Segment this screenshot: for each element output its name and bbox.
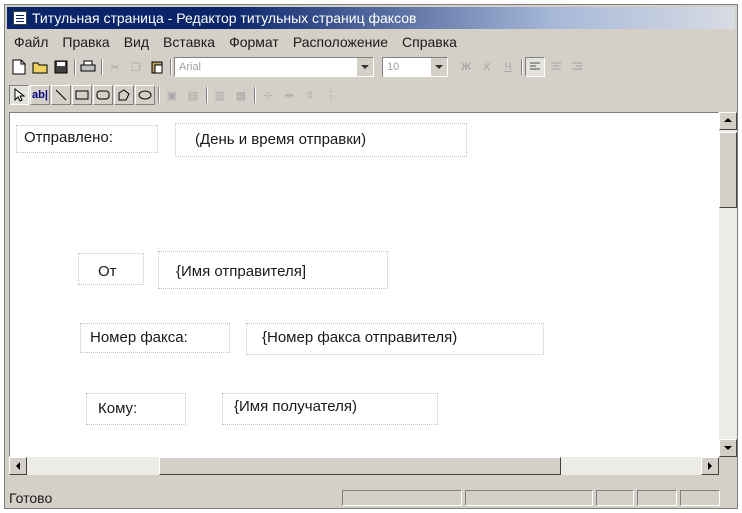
center-page-icon[interactable]: ⊹ (258, 85, 278, 105)
print-icon[interactable] (78, 57, 98, 77)
app-icon[interactable] (13, 11, 27, 25)
sender-name-field[interactable]: {Имя отправителя] (176, 263, 306, 280)
scroll-left-arrow-icon[interactable] (9, 457, 27, 475)
vertical-scrollbar[interactable] (719, 112, 737, 457)
font-size-dropdown-arrow-icon[interactable] (430, 58, 447, 76)
cut-icon[interactable]: ✂ (105, 57, 125, 77)
bold-icon[interactable]: Ж (456, 57, 476, 77)
menu-insert[interactable]: Вставка (156, 34, 222, 50)
align-right-icon[interactable] (567, 57, 587, 77)
horizontal-scrollbar[interactable] (9, 457, 719, 475)
align-left-icon[interactable] (525, 57, 545, 77)
menu-layout[interactable]: Расположение (286, 34, 395, 50)
send-to-back-icon[interactable]: ▤ (183, 85, 203, 105)
scroll-right-arrow-icon[interactable] (701, 457, 719, 475)
menu-edit[interactable]: Правка (55, 34, 116, 50)
fax-cover-editor-window: Титульная страница - Редактор титульных … (4, 4, 738, 509)
font-name-dropdown-arrow-icon[interactable] (356, 58, 373, 76)
menu-bar: Файл Правка Вид Вставка Формат Расположе… (7, 31, 735, 53)
rounded-rectangle-tool-icon[interactable] (93, 85, 113, 105)
scroll-up-arrow-icon[interactable] (719, 112, 737, 130)
scrollbar-corner (719, 457, 737, 475)
underline-icon[interactable]: Ч (498, 57, 518, 77)
scroll-down-arrow-icon[interactable] (719, 439, 737, 457)
title-bar[interactable]: Титульная страница - Редактор титульных … (7, 7, 735, 29)
status-bar: Готово (7, 489, 735, 507)
space-down-icon[interactable]: ⇳ (300, 85, 320, 105)
status-pane (596, 490, 634, 506)
rectangle-tool-icon[interactable] (72, 85, 92, 105)
select-pointer-icon[interactable] (9, 85, 29, 105)
copy-icon[interactable]: ❐ (126, 57, 146, 77)
new-document-icon[interactable] (9, 57, 29, 77)
open-folder-icon[interactable] (30, 57, 50, 77)
text-tool-icon[interactable]: ab| (30, 85, 50, 105)
sent-label[interactable]: Отправлено: (24, 129, 113, 146)
menu-view[interactable]: Вид (117, 34, 156, 50)
fax-number-label[interactable]: Номер факса: (90, 329, 188, 346)
horizontal-scroll-thumb[interactable] (159, 457, 561, 475)
status-text: Готово (9, 490, 53, 506)
save-disk-icon[interactable] (51, 57, 71, 77)
polygon-tool-icon[interactable] (114, 85, 134, 105)
from-label[interactable]: От (98, 263, 117, 280)
bring-to-front-icon[interactable]: ▣ (162, 85, 182, 105)
status-pane (680, 490, 720, 506)
align-edges-icon[interactable]: ⋮ (321, 85, 341, 105)
paste-icon[interactable] (147, 57, 167, 77)
line-tool-icon[interactable] (51, 85, 71, 105)
font-size-combo[interactable]: 10 (382, 57, 448, 77)
status-pane (465, 490, 593, 506)
sender-fax-number-field[interactable]: {Номер факса отправителя) (262, 329, 457, 346)
sent-datetime-field[interactable]: (День и время отправки) (195, 131, 366, 148)
space-across-icon[interactable]: ⇹ (279, 85, 299, 105)
menu-help[interactable]: Справка (395, 34, 464, 50)
font-name-combo[interactable]: Arial (174, 57, 374, 77)
drawing-toolbar: ab| ▣ ▤ ▥ ▦ ⊹ ⇹ ⇳ ⋮ (9, 83, 479, 107)
to-label[interactable]: Кому: (98, 400, 137, 417)
standard-toolbar: ✂ ❐ Arial 10 Ж К Ч (9, 55, 735, 79)
status-pane (637, 490, 677, 506)
ellipse-tool-icon[interactable] (135, 85, 155, 105)
align-center-icon[interactable] (546, 57, 566, 77)
font-name-value: Arial (179, 61, 202, 73)
menu-format[interactable]: Формат (222, 34, 286, 50)
space-objects-icon[interactable]: ▦ (231, 85, 251, 105)
window-title: Титульная страница - Редактор титульных … (32, 10, 417, 26)
recipient-name-field[interactable]: {Имя получателя) (234, 398, 357, 415)
status-pane (342, 490, 462, 506)
align-objects-icon[interactable]: ▥ (210, 85, 230, 105)
italic-icon[interactable]: К (477, 57, 497, 77)
vertical-scroll-thumb[interactable] (719, 132, 737, 208)
cover-page-canvas[interactable]: Отправлено: (День и время отправки) От {… (9, 112, 719, 457)
menu-file[interactable]: Файл (7, 34, 55, 50)
font-size-value: 10 (387, 61, 400, 73)
